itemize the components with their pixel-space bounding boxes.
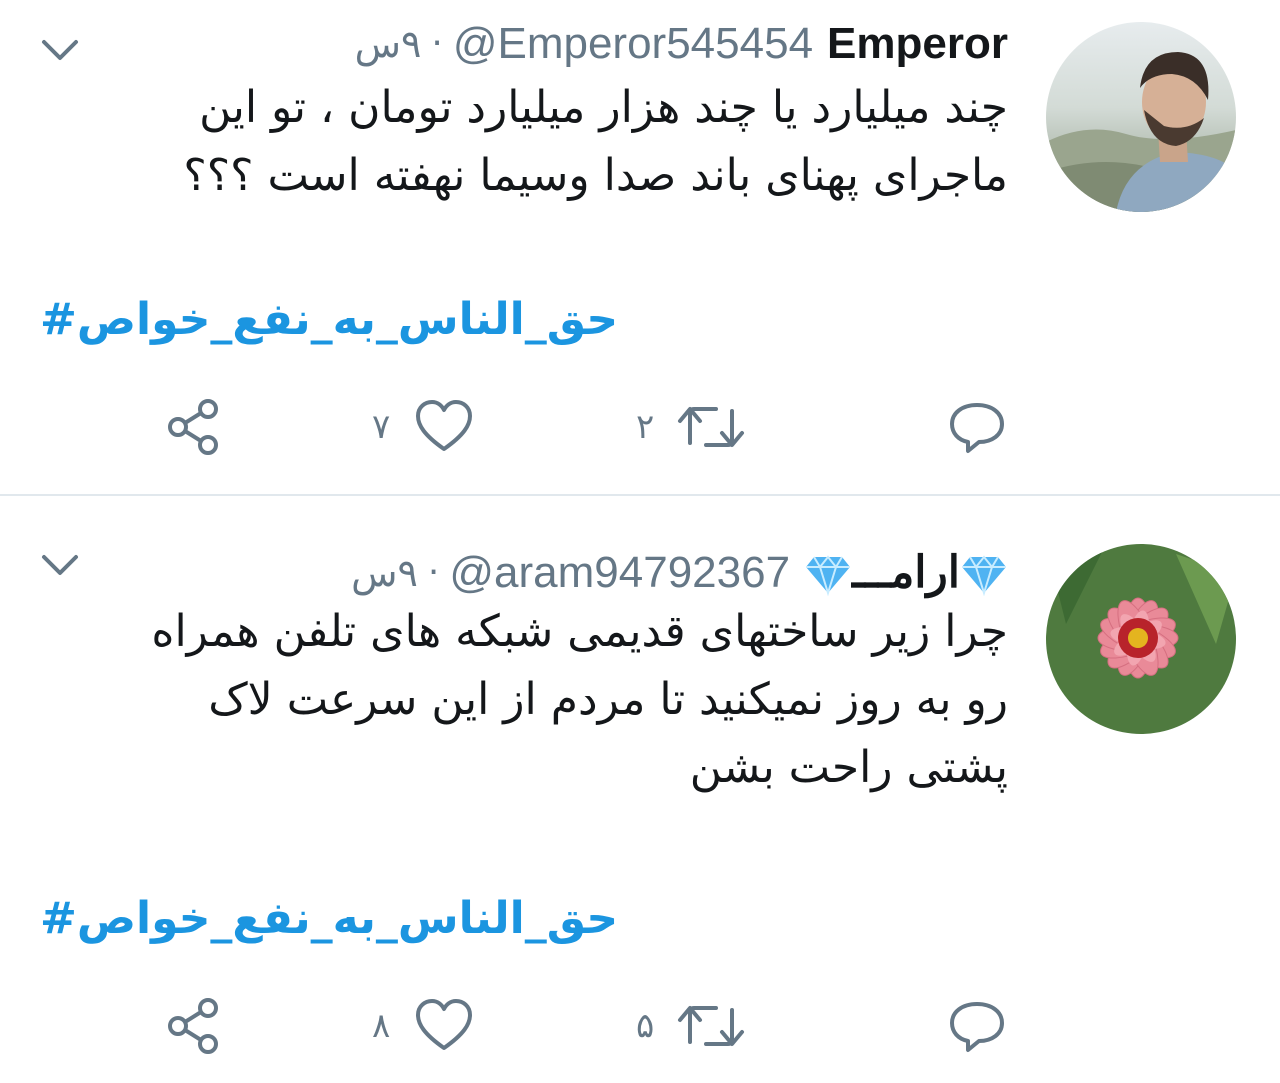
handle[interactable]: @aram94792367	[449, 543, 790, 603]
avatar[interactable]	[1046, 22, 1236, 212]
display-name[interactable]: Emperor	[827, 14, 1008, 74]
like-icon	[414, 996, 474, 1056]
retweet-icon	[676, 996, 746, 1056]
share-icon	[164, 996, 224, 1056]
like-count: ۷	[372, 407, 391, 447]
like-button[interactable]: ۸	[372, 991, 474, 1061]
tweet-header: Emperor @Emperor545454 · ۹س	[355, 14, 1008, 74]
tweet[interactable]: ارامـــ @aram94792367 · ۹س چرا زیر ساخته…	[0, 496, 1280, 1083]
share-button[interactable]	[164, 991, 224, 1061]
share-button[interactable]	[164, 392, 224, 462]
tweet[interactable]: Emperor @Emperor545454 · ۹س چند میلیارد …	[0, 0, 1280, 496]
tweet-header: ارامـــ @aram94792367 · ۹س	[351, 543, 1008, 603]
handle[interactable]: @Emperor545454	[453, 14, 813, 74]
tweet-actions: ۸ ۵	[0, 991, 1280, 1061]
timestamp[interactable]: ۹س	[355, 14, 422, 74]
share-icon	[164, 397, 224, 457]
diamond-icon	[960, 549, 1008, 597]
reply-icon	[946, 996, 1008, 1056]
retweet-button[interactable]: ۲	[636, 392, 746, 462]
retweet-count: ۵	[636, 1006, 655, 1046]
like-count: ۸	[372, 1006, 391, 1046]
hashtag-link[interactable]: حق_الناس_به_نفع_خواص#	[40, 290, 618, 350]
separator-dot: ·	[427, 552, 440, 593]
display-name[interactable]: ارامـــ	[852, 543, 960, 603]
reply-button[interactable]	[946, 991, 1008, 1061]
timestamp[interactable]: ۹س	[351, 543, 418, 603]
tweet-text: چرا زیر ساختهای قدیمی شبکه های تلفن همرا…	[151, 606, 1008, 793]
separator-dot: ·	[431, 23, 443, 64]
chevron-down-icon[interactable]	[40, 551, 80, 579]
reply-icon	[946, 397, 1008, 457]
chevron-down-icon[interactable]	[40, 36, 80, 64]
reply-button[interactable]	[946, 392, 1008, 462]
retweet-button[interactable]: ۵	[636, 991, 746, 1061]
tweet-text: چند میلیارد یا چند هزار میلیارد تومان ، …	[183, 82, 1008, 201]
diamond-icon	[804, 549, 852, 597]
retweet-count: ۲	[636, 407, 655, 447]
like-button[interactable]: ۷	[372, 392, 474, 462]
tweet-actions: ۷ ۲	[0, 392, 1280, 462]
retweet-icon	[676, 397, 746, 457]
like-icon	[414, 397, 474, 457]
avatar[interactable]	[1046, 544, 1236, 734]
hashtag-link[interactable]: حق_الناس_به_نفع_خواص#	[40, 889, 618, 949]
